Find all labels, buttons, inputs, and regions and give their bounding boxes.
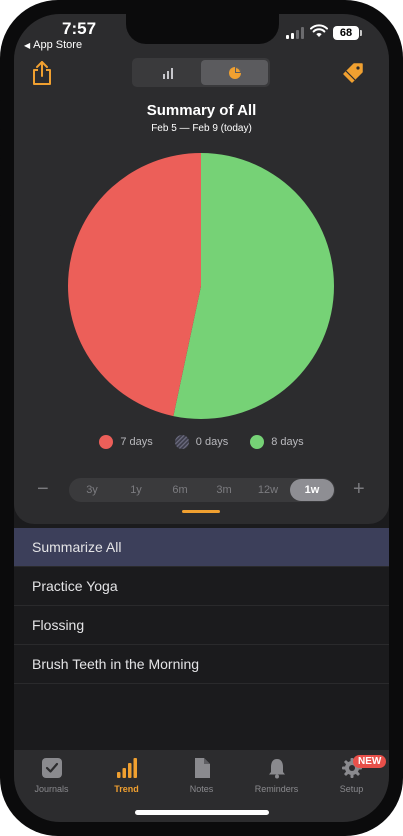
pie-slice-7-days [67,153,201,417]
zoom-in-button[interactable]: + [353,478,365,500]
legend-item-8-days: 8 days [250,435,304,449]
tab-label: Trend [114,784,139,794]
back-app-label: App Store [33,39,83,51]
phone-frame: 7:57 ◀ App Store 68 Summary of All Feb 5… [0,0,403,836]
trend-bars-icon [115,756,139,780]
time-range-selector: − 3y 1y 6m 3m 12w 1w + [14,478,389,502]
battery-icon: 68 [333,26,359,40]
cellular-signal-icon [286,27,304,39]
status-time: 7:57 [62,19,97,38]
pie-chart-icon [228,66,241,79]
legend-item-0-days: 0 days [174,435,229,449]
volume-down-button [0,226,1,284]
screen: 7:57 ◀ App Store 68 Summary of All Feb 5… [14,14,389,822]
bell-icon [265,756,289,780]
home-indicator[interactable] [135,810,269,815]
zoom-out-button[interactable]: − [37,478,49,500]
chart-legend: 7 days 0 days 8 days [14,435,389,449]
drag-handle[interactable] [182,510,220,513]
bar-chart-segment[interactable] [134,60,201,85]
share-icon[interactable] [31,60,53,86]
pie-chart [67,153,334,419]
legend-dot-green [250,435,265,449]
legend-dot-hatched [174,435,189,449]
pie-chart-segment[interactable] [201,60,268,85]
tab-journals[interactable]: Journals [14,756,89,822]
tab-label: Notes [189,784,214,794]
list-item-flossing[interactable]: Flossing [14,606,389,645]
volume-up-button [0,158,1,216]
document-icon [190,756,214,780]
tab-label: Reminders [254,784,299,794]
bar-chart-icon [162,67,173,79]
mute-switch [0,100,1,130]
tab-setup[interactable]: Setup NEW [314,755,389,822]
tag-icon[interactable] [342,62,364,84]
tab-label: Journals [34,784,69,794]
range-option-6m[interactable]: 6m [158,479,202,501]
list-item-brush-teeth[interactable]: Brush Teeth in the Morning [14,645,389,684]
range-option-12w[interactable]: 12w [246,479,290,501]
range-option-1y[interactable]: 1y [114,479,158,501]
range-option-3y[interactable]: 3y [70,479,114,501]
summary-date-range: Feb 5 — Feb 9 (today) [151,123,252,134]
battery-tip [360,30,362,36]
legend-label: 0 days [195,436,229,448]
range-option-1w[interactable]: 1w [290,479,334,501]
back-to-app-store-link[interactable]: ◀ App Store [24,39,82,51]
checkbox-icon [40,756,64,780]
range-option-3m[interactable]: 3m [202,479,246,501]
tab-label: Setup [339,784,364,794]
wifi-icon [310,24,328,37]
summary-card: 7:57 ◀ App Store 68 Summary of All Feb 5… [14,14,389,524]
legend-label: 7 days [120,436,153,448]
summary-title: Summary of All [146,102,257,119]
chart-type-segmented-control [132,58,270,87]
habit-list: Summarize All Practice Yoga Flossing Bru… [14,528,389,684]
list-item-summarize-all[interactable]: Summarize All [14,528,389,567]
time-range-pill: 3y 1y 6m 3m 12w 1w [69,478,335,502]
new-badge: NEW [353,755,387,768]
list-item-practice-yoga[interactable]: Practice Yoga [14,567,389,606]
legend-item-7-days: 7 days [99,435,153,449]
legend-label: 8 days [271,436,304,448]
notch [126,14,279,44]
legend-dot-red [99,435,114,449]
back-arrow-icon: ◀ [24,41,31,50]
